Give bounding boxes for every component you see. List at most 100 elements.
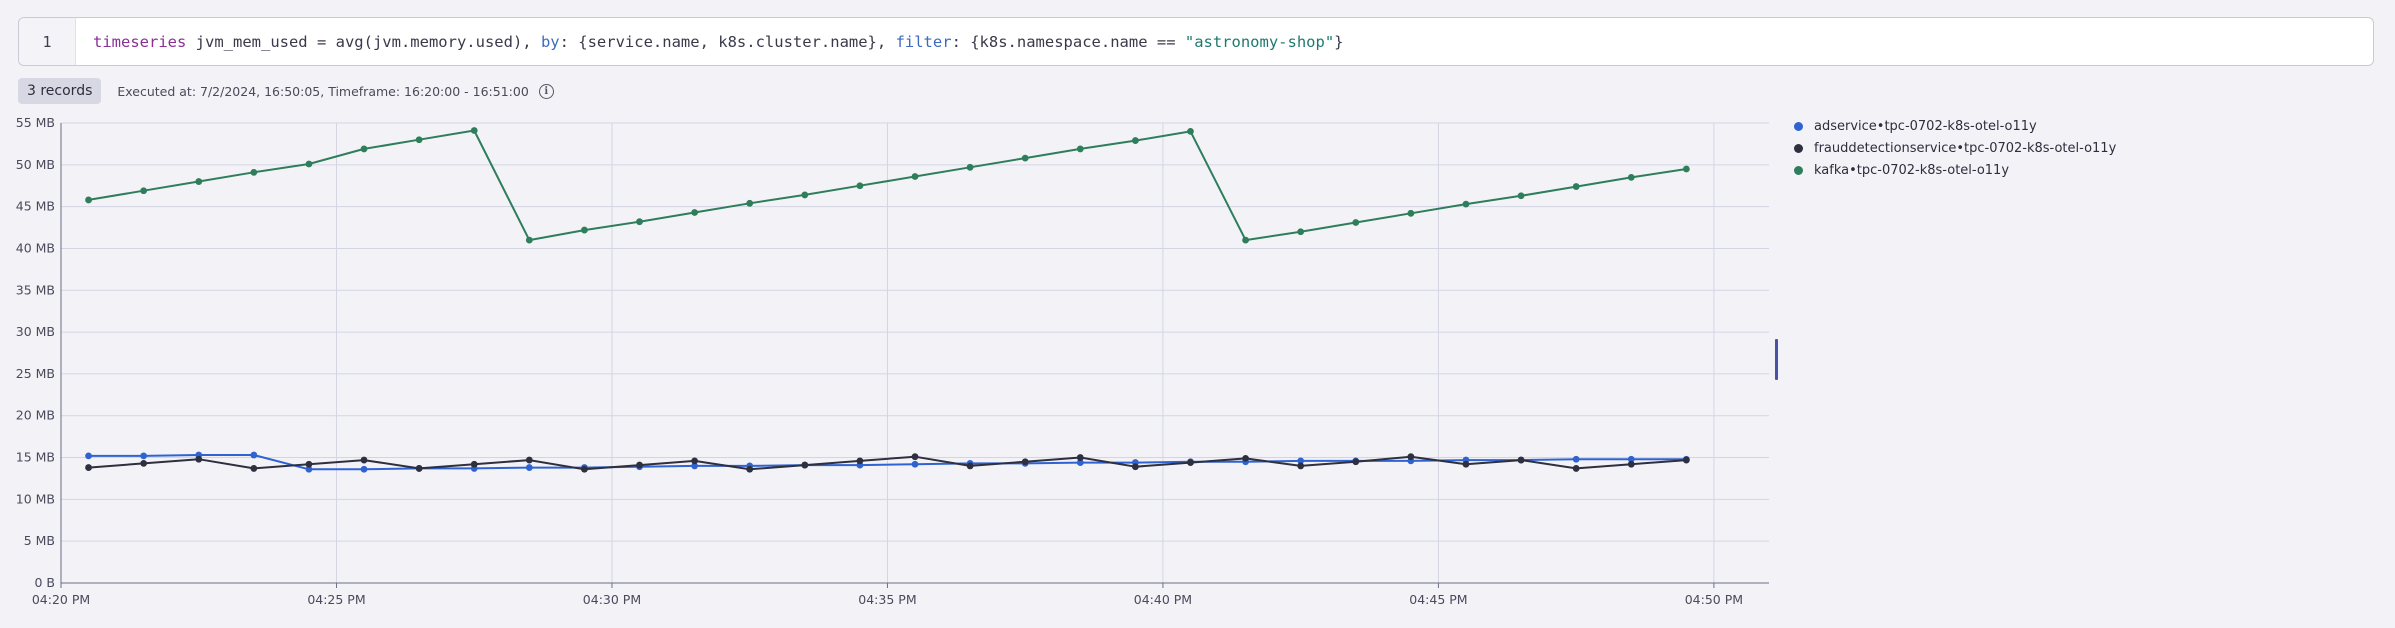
legend-item[interactable]: frauddetectionservice•tpc-0702-k8s-otel-… <box>1794 137 2116 159</box>
y-tick-label: 40 MB <box>16 240 55 255</box>
data-point[interactable] <box>801 191 809 199</box>
data-point[interactable] <box>581 226 588 234</box>
legend-item[interactable]: kafka•tpc-0702-k8s-otel-o11y <box>1794 159 2116 181</box>
data-point[interactable] <box>1021 458 1029 466</box>
data-point[interactable] <box>1076 454 1084 461</box>
data-point[interactable] <box>360 465 368 473</box>
code-token: : {k8s.namespace.name == <box>951 32 1185 51</box>
legend-label: adservice•tpc-0702-k8s-otel-o11y <box>1814 118 2037 134</box>
data-point[interactable] <box>140 452 148 460</box>
data-point[interactable] <box>636 218 643 226</box>
data-point[interactable] <box>1131 137 1139 144</box>
data-point[interactable] <box>1517 192 1525 200</box>
data-point[interactable] <box>1627 173 1635 181</box>
data-point[interactable] <box>305 460 313 468</box>
data-point[interactable] <box>85 452 92 460</box>
result-status-bar: 3 records Executed at: 7/2/2024, 16:50:0… <box>18 78 554 104</box>
data-point[interactable] <box>1352 219 1360 226</box>
resize-handle[interactable] <box>1775 339 1778 380</box>
data-point[interactable] <box>1297 228 1305 236</box>
data-point[interactable] <box>470 460 478 468</box>
data-point[interactable] <box>1352 458 1360 466</box>
data-point[interactable] <box>966 163 974 171</box>
data-point[interactable] <box>1242 236 1249 244</box>
data-point[interactable] <box>1407 209 1415 217</box>
data-point[interactable] <box>85 196 92 204</box>
data-point[interactable] <box>691 457 699 465</box>
data-point[interactable] <box>966 462 974 470</box>
data-point[interactable] <box>140 187 148 195</box>
data-point[interactable] <box>470 127 478 134</box>
data-point[interactable] <box>746 465 754 473</box>
data-point[interactable] <box>1187 459 1194 466</box>
chart-axes: 0 B 5 MB 10 MB 15 MB 20 MB 25 MB 30 MB 35 MB 40 … <box>16 115 1769 607</box>
data-point[interactable] <box>525 464 533 471</box>
data-point[interactable] <box>195 178 203 185</box>
chart-legend: adservice•tpc-0702-k8s-otel-o11y frauddet… <box>1794 115 2116 181</box>
data-point[interactable] <box>250 451 258 459</box>
data-point[interactable] <box>1682 456 1690 464</box>
data-point[interactable] <box>1242 454 1249 462</box>
query-editor[interactable]: 1 timeseries jvm_mem_used = avg(jvm.memo… <box>18 17 2374 66</box>
legend-swatch <box>1794 165 1803 175</box>
data-point[interactable] <box>1076 145 1084 153</box>
data-point[interactable] <box>1627 460 1635 468</box>
x-tick-label: 04:30 PM <box>583 592 641 607</box>
data-point[interactable] <box>305 160 313 168</box>
x-tick-label: 04:40 PM <box>1134 592 1192 607</box>
data-point[interactable] <box>581 465 588 473</box>
data-point[interactable] <box>525 456 533 464</box>
data-point[interactable] <box>1517 456 1525 464</box>
y-tick-label: 30 MB <box>16 324 55 339</box>
y-tick-label: 50 MB <box>16 157 55 172</box>
x-tick-label: 04:20 PM <box>32 592 90 607</box>
info-icon[interactable]: i <box>538 83 554 99</box>
records-badge: 3 records <box>18 78 102 104</box>
data-point[interactable] <box>1572 455 1580 463</box>
timeseries-chart[interactable]: 0 B 5 MB 10 MB 15 MB 20 MB 25 MB 30 MB 35 MB 40 … <box>0 108 2395 628</box>
data-point[interactable] <box>525 236 533 244</box>
data-point[interactable] <box>911 173 919 180</box>
data-point[interactable] <box>1187 127 1194 135</box>
data-point[interactable] <box>911 460 919 468</box>
execution-info: Executed at: 7/2/2024, 16:50:05, Timefra… <box>117 83 529 99</box>
data-point[interactable] <box>691 209 699 216</box>
data-point[interactable] <box>636 461 643 469</box>
data-point[interactable] <box>250 168 258 176</box>
data-point[interactable] <box>746 199 754 207</box>
data-point[interactable] <box>195 455 203 463</box>
data-point[interactable] <box>1297 462 1305 470</box>
data-point[interactable] <box>85 464 92 471</box>
data-point[interactable] <box>1572 465 1580 472</box>
data-point[interactable] <box>250 465 258 472</box>
data-point[interactable] <box>856 182 864 190</box>
data-point[interactable] <box>360 145 368 153</box>
data-point[interactable] <box>140 460 148 467</box>
query-code[interactable]: timeseries jvm_mem_used = avg(jvm.memory… <box>93 18 1344 65</box>
data-point[interactable] <box>1572 183 1580 190</box>
legend-swatch <box>1794 121 1803 131</box>
line-number: 1 <box>19 18 76 65</box>
legend-swatch <box>1794 143 1803 153</box>
data-point[interactable] <box>1682 165 1690 173</box>
chart-grid <box>60 122 1769 583</box>
data-point[interactable] <box>1462 460 1470 468</box>
data-point[interactable] <box>856 457 864 465</box>
y-tick-label: 35 MB <box>16 282 55 297</box>
x-tick-label: 04:25 PM <box>307 592 365 607</box>
data-point[interactable] <box>801 461 809 469</box>
y-tick-label: 5 MB <box>24 533 55 548</box>
data-point[interactable] <box>911 453 919 461</box>
y-tick-label: 10 MB <box>16 491 55 506</box>
data-point[interactable] <box>360 456 368 464</box>
data-point[interactable] <box>1407 453 1415 461</box>
legend-item[interactable]: adservice•tpc-0702-k8s-otel-o11y <box>1794 115 2116 137</box>
x-tick-label: 04:50 PM <box>1685 592 1743 607</box>
y-tick-label: 0 B <box>34 575 55 590</box>
data-point[interactable] <box>1131 463 1139 471</box>
code-token: : {service.name, k8s.cluster.name}, <box>559 32 896 51</box>
data-point[interactable] <box>1462 200 1470 208</box>
data-point[interactable] <box>415 465 423 472</box>
data-point[interactable] <box>415 136 423 144</box>
data-point[interactable] <box>1021 154 1029 162</box>
